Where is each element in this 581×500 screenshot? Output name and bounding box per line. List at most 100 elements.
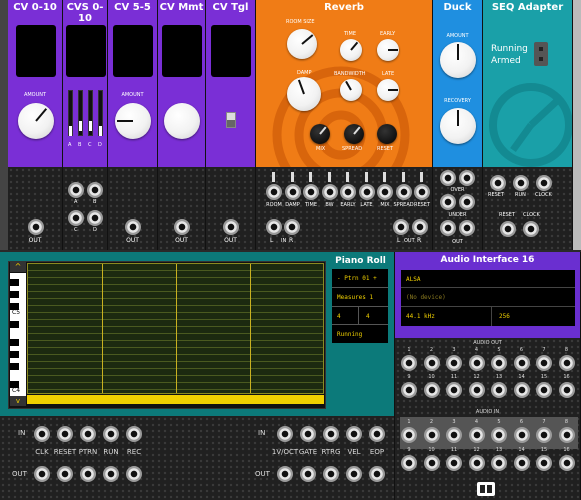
audio-out-jack-3[interactable] [446, 355, 462, 371]
out-r-jack[interactable] [459, 220, 475, 236]
audio-in-jack-10[interactable] [423, 455, 440, 471]
clock-in-jack[interactable] [523, 221, 539, 237]
out-jack-left-4[interactable] [126, 466, 142, 482]
audio-out-jack-16[interactable] [558, 382, 575, 398]
reset-button[interactable] [377, 124, 397, 144]
measures-value[interactable]: Measures 1 [337, 294, 373, 301]
audio-out-jack-1[interactable] [401, 355, 417, 371]
mix-knob[interactable] [310, 124, 330, 144]
out-l-jack[interactable] [393, 219, 409, 235]
late-knob[interactable] [377, 79, 399, 101]
audio-in-jack-8[interactable] [558, 427, 575, 443]
note-grid[interactable] [27, 263, 324, 394]
cv-jack-6[interactable] [377, 184, 393, 200]
in-jack-left-4[interactable] [126, 426, 142, 442]
damp-knob[interactable] [287, 77, 321, 111]
audio-in-jack-13[interactable] [491, 455, 507, 471]
in-jack-left-3[interactable] [103, 426, 119, 442]
run-out-jack[interactable] [513, 175, 529, 191]
cv-jack-7[interactable] [395, 184, 412, 200]
out-jack[interactable] [125, 219, 141, 235]
audio-out-jack-4[interactable] [468, 355, 485, 371]
in-jack-right-1[interactable] [300, 426, 316, 442]
out-jack[interactable] [174, 219, 190, 235]
velocity-bar[interactable] [27, 395, 324, 404]
pattern-selector[interactable]: - Ptrn 01 + [337, 275, 377, 282]
cv-jack-2[interactable] [303, 184, 319, 200]
spread-knob[interactable] [344, 124, 364, 144]
in-jack-right-4[interactable] [369, 426, 385, 442]
audio-out-jack-13[interactable] [491, 382, 507, 398]
amount-knob[interactable] [18, 103, 54, 139]
out-jack-right-3[interactable] [346, 466, 362, 482]
scroll-down-button[interactable]: v [10, 396, 26, 406]
scroll-up-button[interactable]: ^ [10, 262, 26, 272]
in-jack-right-3[interactable] [346, 426, 362, 442]
cv-trimpot-5[interactable] [364, 172, 368, 182]
audio-in-jack-2[interactable] [423, 427, 440, 443]
room-size-knob[interactable] [287, 29, 317, 59]
in-jack-left-1[interactable] [57, 426, 73, 442]
audio-out-jack-8[interactable] [558, 355, 575, 371]
cv-trimpot-6[interactable] [383, 172, 386, 182]
in-jack-left-0[interactable] [34, 426, 50, 442]
jack-a[interactable] [68, 182, 84, 198]
cv-trimpot-3[interactable] [327, 172, 331, 182]
out-jack-left-2[interactable] [80, 466, 96, 482]
under-r-jack[interactable] [459, 194, 475, 210]
audio-in-jack-16[interactable] [558, 455, 575, 471]
audio-in-jack-12[interactable] [468, 455, 485, 471]
audio-in-jack-7[interactable] [536, 427, 552, 443]
over-r-jack[interactable] [459, 170, 475, 186]
audio-in-jack-1[interactable] [401, 427, 417, 443]
audio-out-jack-14[interactable] [513, 382, 530, 398]
audio-in-jack-15[interactable] [536, 455, 552, 471]
reset-in-jack[interactable] [500, 221, 516, 237]
out-jack-right-4[interactable] [369, 466, 385, 482]
audio-out-jack-10[interactable] [423, 382, 440, 398]
slider-a[interactable] [68, 90, 73, 136]
audio-out-jack-2[interactable] [423, 355, 440, 371]
slider-c[interactable] [88, 90, 93, 136]
out-r-jack[interactable] [412, 219, 428, 235]
piano-keyboard[interactable] [10, 273, 26, 396]
cv-trimpot-0[interactable] [272, 172, 275, 182]
in-l-jack[interactable] [266, 219, 282, 235]
cv-jack-0[interactable] [266, 184, 282, 200]
out-jack-right-1[interactable] [300, 466, 316, 482]
cv-jack-8[interactable] [414, 184, 430, 200]
cv-jack-5[interactable] [358, 184, 375, 200]
reset-out-jack[interactable] [490, 175, 506, 191]
jack-c[interactable] [68, 210, 84, 226]
slider-d[interactable] [98, 90, 103, 136]
cv-jack-1[interactable] [284, 184, 301, 200]
out-l-jack[interactable] [440, 220, 456, 236]
jack-b[interactable] [87, 182, 103, 198]
subdivision-value[interactable]: 4 [366, 313, 370, 320]
block-size-selector[interactable]: 256 [499, 313, 510, 320]
amount-knob[interactable] [440, 42, 476, 78]
device-selector[interactable]: (No device) [406, 294, 446, 301]
amount-knob[interactable] [115, 103, 151, 139]
clock-out-jack[interactable] [536, 175, 552, 191]
driver-selector[interactable]: ALSA [406, 276, 420, 283]
in-r-jack[interactable] [284, 219, 300, 235]
time-knob[interactable] [340, 39, 362, 61]
recovery-knob[interactable] [440, 108, 476, 144]
out-jack-right-0[interactable] [277, 466, 293, 482]
out-jack-left-0[interactable] [34, 466, 50, 482]
audio-out-jack-5[interactable] [491, 355, 507, 371]
slider-b[interactable] [78, 90, 83, 136]
audio-out-jack-11[interactable] [446, 382, 462, 398]
in-jack-right-0[interactable] [277, 426, 293, 442]
audio-in-jack-4[interactable] [468, 427, 485, 443]
cv-trimpot-7[interactable] [401, 172, 405, 182]
cv-jack-3[interactable] [321, 184, 338, 200]
cv-trimpot-8[interactable] [420, 172, 423, 182]
audio-out-jack-7[interactable] [536, 355, 552, 371]
in-jack-right-2[interactable] [323, 426, 339, 442]
cv-trimpot-4[interactable] [346, 172, 349, 182]
audio-in-jack-11[interactable] [446, 455, 462, 471]
sample-rate-selector[interactable]: 44.1 kHz [406, 313, 435, 320]
audio-out-jack-12[interactable] [468, 382, 485, 398]
